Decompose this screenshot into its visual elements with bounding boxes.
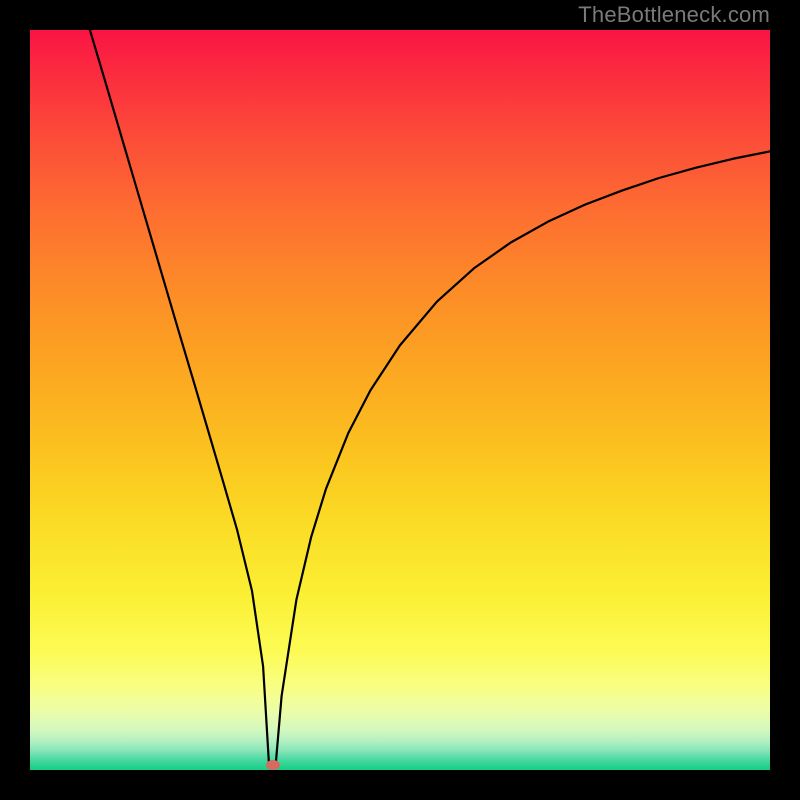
watermark-text: TheBottleneck.com (578, 2, 770, 28)
bottleneck-curve (30, 30, 770, 770)
plot-area (30, 30, 770, 770)
minimum-marker (266, 760, 280, 770)
chart-frame: TheBottleneck.com (0, 0, 800, 800)
